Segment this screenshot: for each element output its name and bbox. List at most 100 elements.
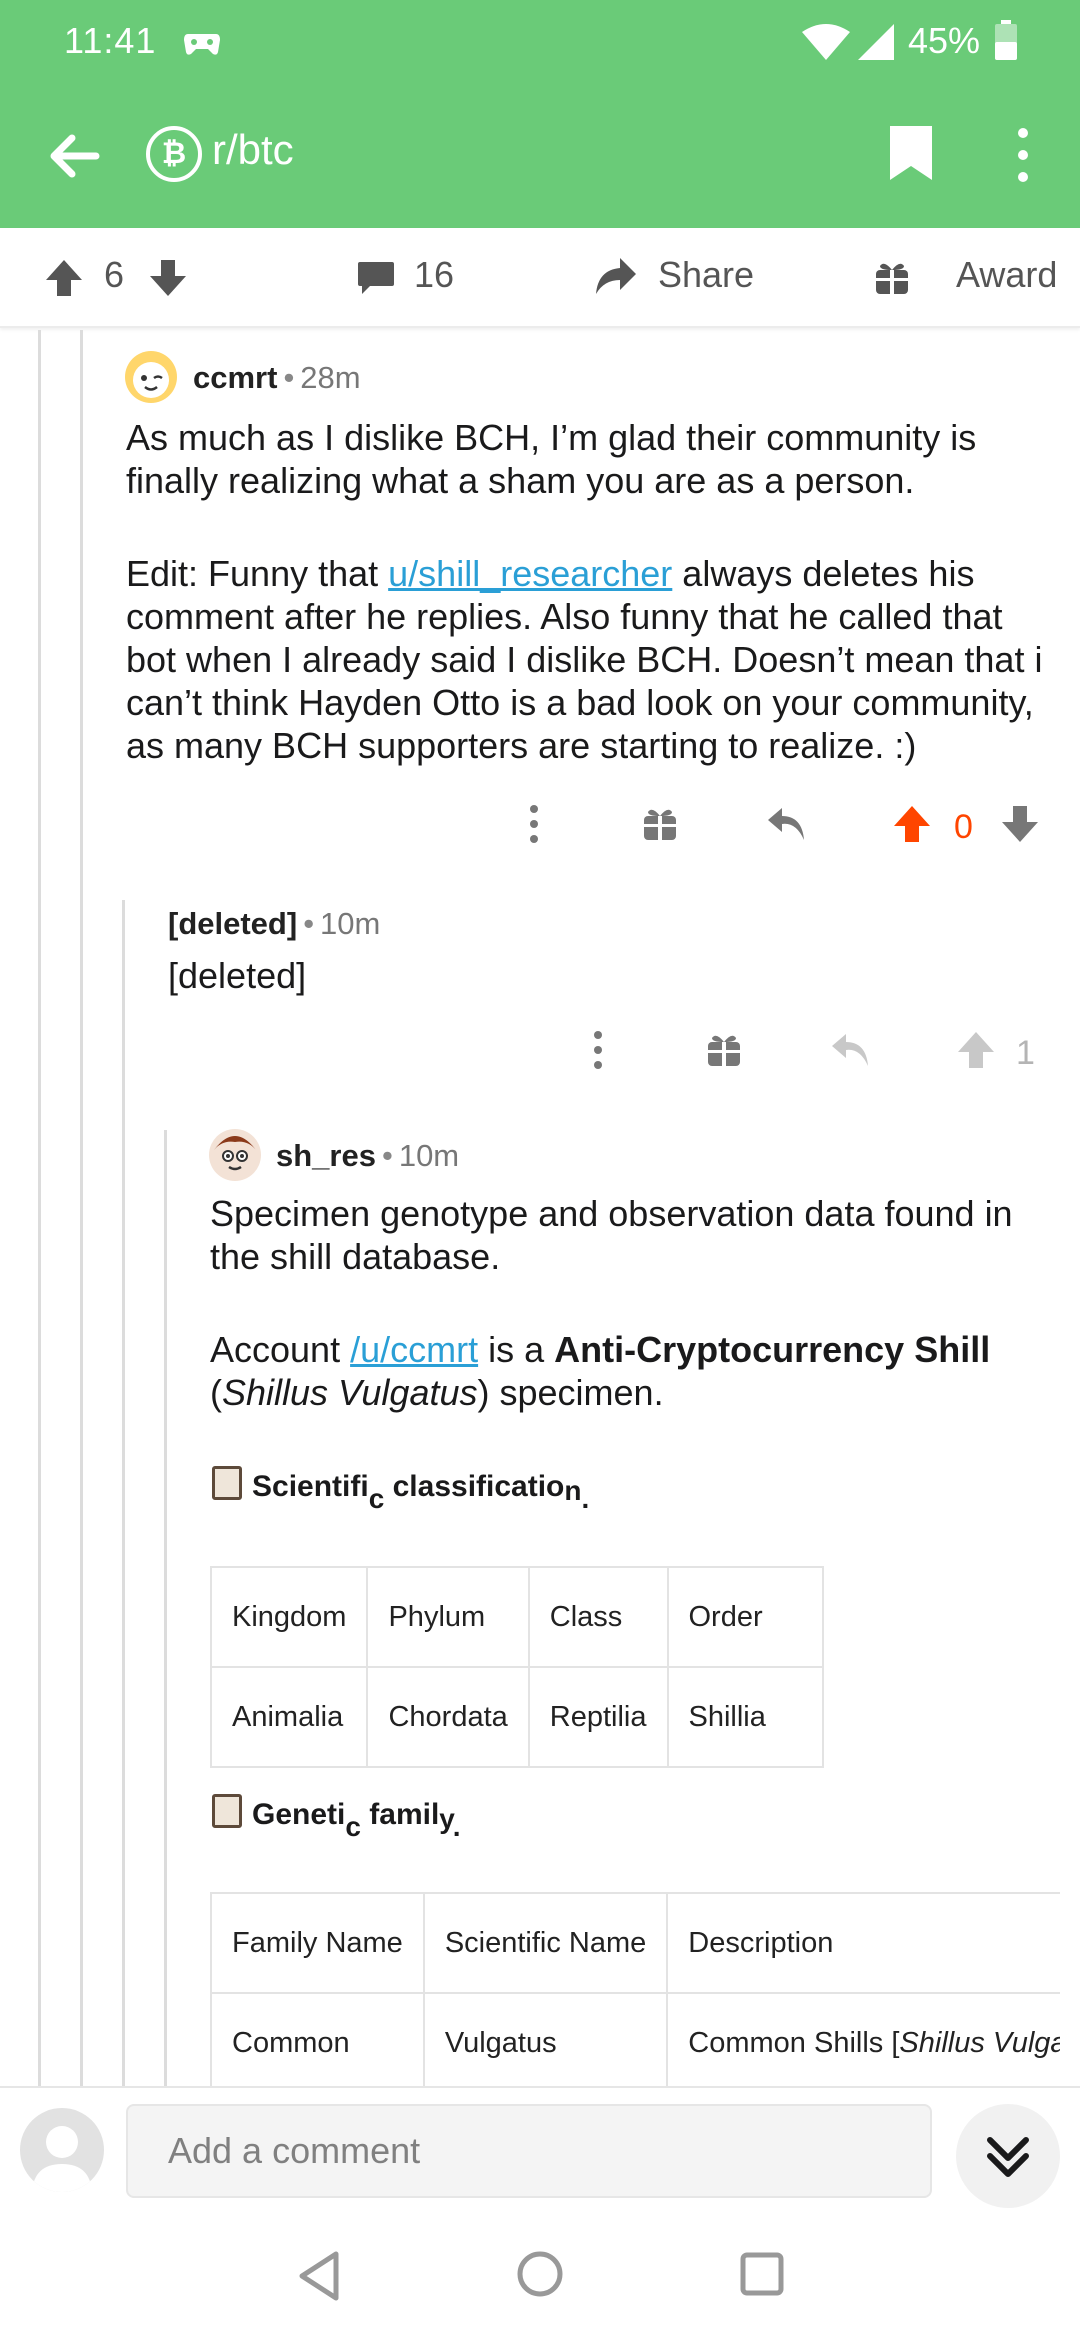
table-cell: Common [210, 1992, 425, 2086]
comment-author[interactable]: sh_res [276, 1138, 376, 1173]
table-cell: Phylum [366, 1566, 530, 1668]
more-vert-icon[interactable] [1008, 126, 1038, 184]
expand-button[interactable] [956, 2104, 1060, 2208]
text-span: Anti-Cryptocurrency Shill [554, 1329, 991, 1370]
text-span: Account [210, 1329, 351, 1370]
table-cell: Scientific Name [422, 1892, 669, 1994]
avatar[interactable] [124, 350, 178, 404]
text-span: c [368, 1483, 385, 1514]
comment-author[interactable]: ccmrt [193, 360, 277, 395]
gift-icon[interactable] [874, 260, 910, 296]
comment-age: 10m [320, 906, 381, 941]
comment-age: 10m [398, 1138, 460, 1173]
comment-paragraph: Account /u/ccmrt is a Anti-Cryptocurrenc… [210, 1328, 1060, 1414]
upvote-icon[interactable] [44, 258, 84, 298]
upvote-icon[interactable] [892, 804, 932, 844]
more-vert-icon[interactable] [524, 804, 544, 844]
avatar[interactable] [208, 1128, 262, 1182]
text-span: Shillus Vulga [899, 2026, 1060, 2059]
text-span: . [581, 1483, 590, 1514]
system-nav-bar [0, 2214, 1080, 2340]
comment-icon[interactable] [356, 258, 396, 298]
table-cell: Vulgatus [422, 1992, 669, 2086]
double-chevron-down-icon [987, 2137, 1029, 2177]
award-label[interactable]: Award [956, 254, 1057, 296]
downvote-icon[interactable] [148, 258, 188, 298]
section-heading: Scientific classification. [212, 1466, 589, 1514]
nav-home-icon[interactable] [516, 2250, 564, 2298]
table-cell: Reptilia [527, 1666, 669, 1768]
table-row: Kingdom Phylum Class Order [209, 1566, 824, 1668]
user-link[interactable]: u/shill_researcher [388, 553, 672, 594]
bitcoin-icon[interactable]: ₿ [146, 126, 202, 182]
status-time: 11:41 [64, 20, 157, 61]
text-span: Shillus Vulgatus [222, 1372, 478, 1413]
comment-score: 1 [1016, 1034, 1035, 1072]
thread-rail [164, 1130, 167, 2086]
add-comment-input[interactable]: Add a comment [126, 2104, 932, 2198]
reply-icon [832, 1034, 868, 1066]
post-score: 6 [104, 254, 125, 295]
gamepad-icon [184, 34, 220, 55]
user-silhouette-icon [32, 2126, 92, 2192]
comment-count[interactable]: 16 [414, 254, 454, 296]
thread-rail [80, 330, 83, 2086]
share-label[interactable]: Share [658, 254, 754, 296]
family-table: Family Name Scientific Name Description … [210, 1892, 1060, 2086]
comment-body: [deleted] [168, 955, 307, 996]
comment-paragraph: As much as I dislike BCH, I’m glad their… [126, 417, 977, 501]
comment-body: Account /u/ccmrt is a Anti-Cryptocurrenc… [210, 1328, 1060, 1414]
text-span: classificatio [384, 1470, 565, 1503]
comment-thread: ccmrt • 28m As much as I dislike BCH, I’m … [0, 330, 1080, 2086]
subreddit-title[interactable]: r/btc [212, 126, 294, 174]
clipboard-icon [212, 1466, 242, 1500]
table-cell: Family Name [210, 1892, 425, 1994]
family-table-scroll[interactable]: Family Name Scientific Name Description … [210, 1892, 1060, 2086]
table-row: Common Vulgatus Common Shills [Shillus V… [210, 1992, 1060, 2086]
more-vert-icon[interactable] [588, 1030, 608, 1070]
signal-icon [858, 24, 894, 60]
app-bar: ₿ r/btc [0, 100, 1080, 210]
text-span: is a [478, 1329, 555, 1370]
app-header: 11:41 45% ₿ r/btc [0, 0, 1080, 228]
text-span: . [452, 1811, 461, 1842]
table-cell: Kingdom [209, 1566, 369, 1668]
text-span: ) specimen. [477, 1372, 664, 1413]
user-avatar[interactable] [20, 2108, 104, 2192]
thread-rail [122, 900, 125, 2086]
table-cell: Shillia [666, 1666, 824, 1768]
gift-icon[interactable] [706, 1032, 742, 1068]
table-cell: Animalia [209, 1666, 369, 1768]
gift-icon[interactable] [642, 806, 678, 842]
table-cell: Description [666, 1892, 1060, 1994]
table-row: Animalia Chordata Reptilia Shillia [209, 1666, 824, 1768]
share-icon[interactable] [594, 254, 638, 298]
classification-table: Kingdom Phylum Class Order Animalia Chor… [209, 1566, 824, 1768]
table-cell: Common Shills [Shillus Vulga [666, 1992, 1060, 2086]
comment-paragraph: Specimen genotype and observation data f… [210, 1193, 1013, 1277]
nav-back-icon[interactable] [296, 2250, 344, 2302]
status-bar: 11:41 45% [0, 0, 1080, 84]
battery-icon [995, 20, 1017, 60]
comment-body: Specimen genotype and observation data f… [210, 1192, 1060, 1278]
table-cell: Chordata [366, 1666, 530, 1768]
text-span: Common Shills [ [688, 2026, 900, 2059]
bookmark-icon[interactable] [888, 124, 934, 182]
comment-body: Edit: Funny that u/shill_researcher alwa… [126, 552, 1056, 767]
comment-input-bar: Add a comment [0, 2086, 1080, 2214]
comment-age: 28m [300, 360, 361, 395]
text-span: Geneti [252, 1798, 346, 1831]
post-action-bar: 6 16 Share Award [0, 228, 1080, 328]
thread-rail [38, 330, 41, 2086]
user-link[interactable]: /u/ccmrt [350, 1329, 478, 1370]
downvote-icon[interactable] [1000, 804, 1040, 844]
text-span: y [439, 1803, 453, 1834]
upvote-icon [958, 1032, 994, 1068]
comment-body: As much as I dislike BCH, I’m glad their… [126, 416, 1046, 502]
text-span: Scientifi [252, 1470, 369, 1503]
reply-icon[interactable] [766, 806, 806, 842]
comment-meta: ccmrt • 28m [193, 360, 361, 395]
comment-meta: sh_res • 10m [276, 1138, 460, 1173]
nav-recents-icon[interactable] [740, 2252, 784, 2296]
back-arrow-icon[interactable] [44, 126, 104, 186]
